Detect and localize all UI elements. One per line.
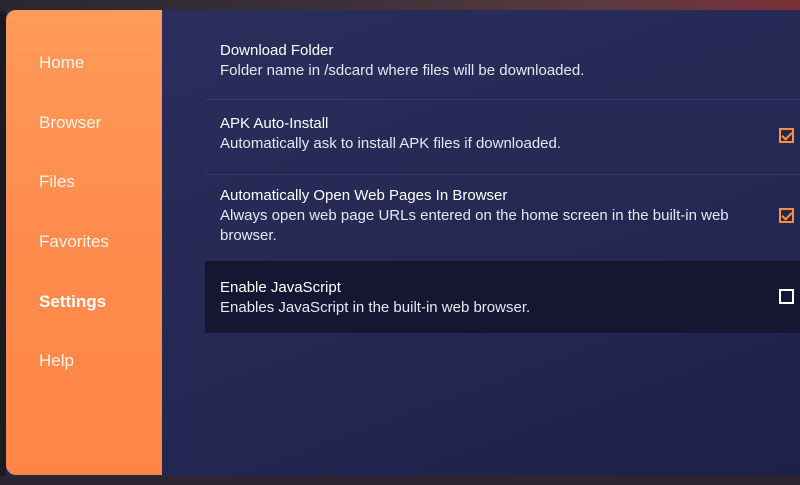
sidebar-item-favorites[interactable]: Favorites [39,232,109,252]
open-web-pages-checkbox[interactable] [779,208,794,223]
setting-description: Always open web page URLs entered on the… [220,207,729,244]
apk-auto-install-checkbox[interactable] [779,128,794,143]
setting-apk-auto-install[interactable]: APK Auto-Install Automatically ask to in… [205,114,800,174]
sidebar-item-settings[interactable]: Settings [39,292,106,312]
setting-title: Enable JavaScript [220,279,341,296]
tv-bezel-bottom [0,476,800,485]
setting-download-folder[interactable]: Download Folder Folder name in /sdcard w… [205,41,800,99]
setting-open-web-pages[interactable]: Automatically Open Web Pages In Browser … [205,186,800,256]
setting-description: Folder name in /sdcard where files will … [220,62,585,79]
divider [205,174,800,175]
setting-title: Automatically Open Web Pages In Browser [220,187,508,204]
setting-title: Download Folder [220,42,334,59]
sidebar: Home Browser Files Favorites Settings He… [6,10,162,475]
sidebar-item-files[interactable]: Files [39,172,75,192]
settings-list: Download Folder Folder name in /sdcard w… [205,10,800,475]
sidebar-item-help[interactable]: Help [39,351,74,371]
sidebar-item-browser[interactable]: Browser [39,113,101,133]
divider [205,99,800,100]
setting-enable-javascript[interactable]: Enable JavaScript Enables JavaScript in … [205,261,800,333]
setting-description: Automatically ask to install APK files i… [220,135,562,152]
setting-description: Enables JavaScript in the built-in web b… [220,299,531,316]
sidebar-item-home[interactable]: Home [39,53,84,73]
setting-title: APK Auto-Install [220,115,329,132]
enable-javascript-checkbox[interactable] [779,289,794,304]
